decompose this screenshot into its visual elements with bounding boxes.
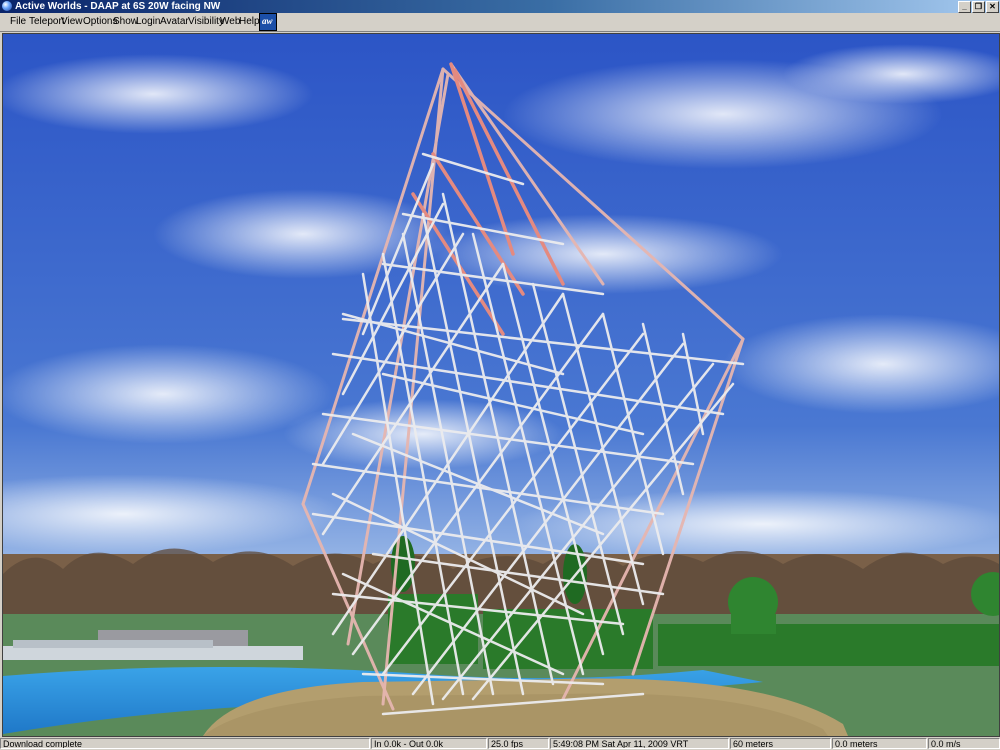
menu-view[interactable]: View xyxy=(61,16,83,27)
status-datetime: 5:49:08 PM Sat Apr 11, 2009 VRT xyxy=(550,738,729,749)
menu-file[interactable]: File xyxy=(10,16,26,27)
status-fps: 25.0 fps xyxy=(488,738,549,749)
restore-button[interactable]: ❐ xyxy=(972,1,985,13)
status-speed: 0.0 m/s xyxy=(928,738,1000,749)
menu-login[interactable]: Login xyxy=(136,16,160,27)
status-bar: Download complete In 0.0k - Out 0.0k 25.… xyxy=(0,737,1000,750)
menu-avatar[interactable]: Avatar xyxy=(160,16,189,27)
title-bar[interactable]: Active Worlds - DAAP at 6S 20W facing NW… xyxy=(0,0,1000,13)
minimize-button[interactable]: _ xyxy=(958,1,971,13)
close-button[interactable]: ✕ xyxy=(986,1,999,13)
status-distance: 60 meters xyxy=(730,738,831,749)
window-title: Active Worlds - DAAP at 6S 20W facing NW xyxy=(15,1,221,12)
world-scene xyxy=(3,34,999,736)
3d-viewport[interactable] xyxy=(2,33,1000,737)
status-transfer: In 0.0k - Out 0.0k xyxy=(371,738,487,749)
status-message: Download complete xyxy=(0,738,370,749)
menu-web[interactable]: Web xyxy=(220,16,240,27)
active-worlds-icon[interactable] xyxy=(2,1,12,11)
menu-show[interactable]: Show xyxy=(113,16,138,27)
status-altitude: 0.0 meters xyxy=(832,738,927,749)
menu-teleport[interactable]: Teleport xyxy=(29,16,65,27)
menu-bar: File Teleport View Options Show Login Av… xyxy=(0,13,1000,32)
aw-logo-text: aw xyxy=(262,16,273,26)
menu-visibility[interactable]: Visibility xyxy=(188,16,224,27)
aw-logo-icon[interactable]: aw xyxy=(259,13,277,31)
menu-help[interactable]: Help xyxy=(239,16,260,27)
